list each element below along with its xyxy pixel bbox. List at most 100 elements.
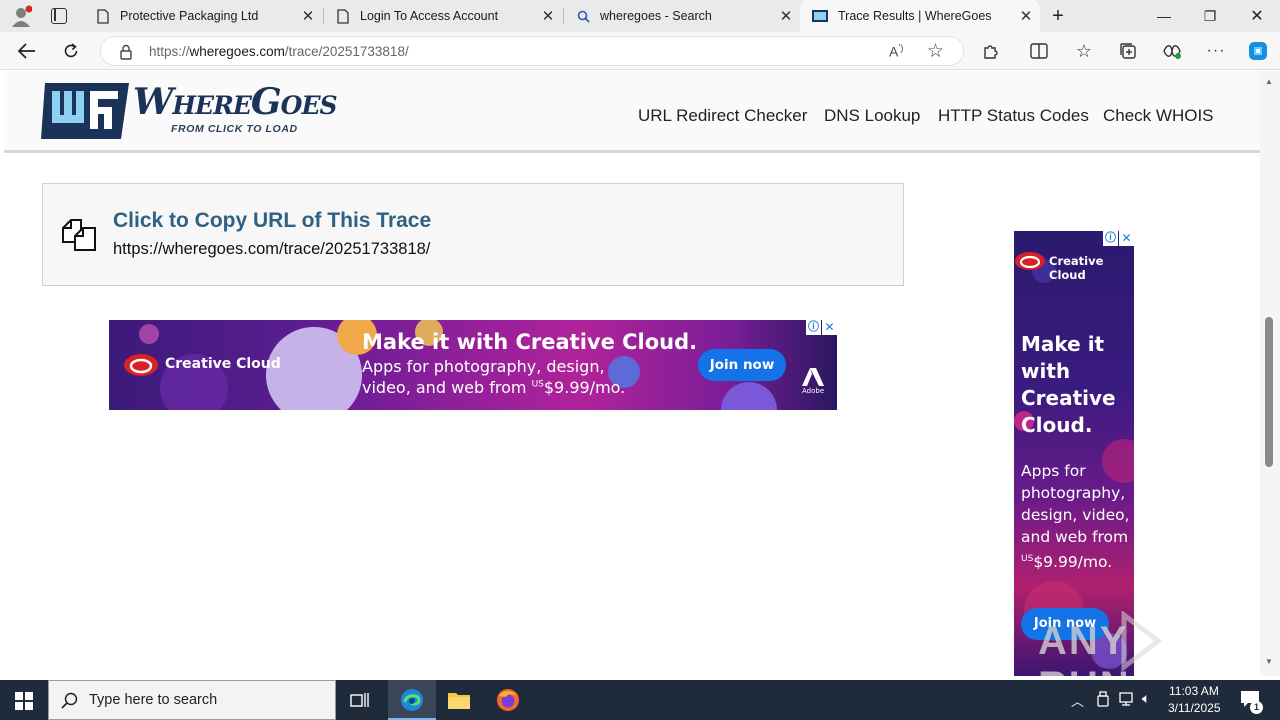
banner-body-line2: video, and web from US$9.99/mo. <box>362 378 625 397</box>
windows-start-icon[interactable] <box>15 692 33 715</box>
task-view-icon[interactable] <box>350 691 370 714</box>
sky-headline-line: Creative <box>1021 386 1116 410</box>
extensions-icon[interactable] <box>976 36 1006 66</box>
sky-price-prefix: US <box>1021 554 1034 564</box>
minimize-button[interactable]: — <box>1141 0 1187 32</box>
site-header: WhereGoes FROM CLICK TO LOAD URL Redirec… <box>4 71 1260 153</box>
search-icon <box>61 692 78 714</box>
close-icon[interactable]: ✕ <box>772 7 800 25</box>
wheregoes-logo-icon[interactable] <box>41 83 129 144</box>
url-domain: wheregoes.com <box>189 44 285 59</box>
copilot-icon[interactable] <box>1243 36 1273 66</box>
url-path: /trace/20251733818/ <box>284 44 409 59</box>
trace-url[interactable]: https://wheregoes.com/trace/20251733818/ <box>113 240 430 259</box>
read-aloud-icon[interactable]: Aʼ) <box>889 43 903 60</box>
taskbar-search-placeholder: Type here to search <box>89 692 218 708</box>
scroll-thumb[interactable] <box>1265 317 1273 467</box>
banner-join-now-button[interactable]: Join now <box>698 349 786 381</box>
url-prefix: https:// <box>149 44 190 59</box>
back-button[interactable] <box>12 36 42 66</box>
new-tab-button[interactable]: + <box>1042 0 1074 32</box>
taskbar-search-box[interactable]: Type here to search <box>48 680 336 720</box>
sky-body-line: and web from <box>1021 528 1129 546</box>
split-screen-icon[interactable] <box>1024 36 1054 66</box>
ad-info-icon[interactable]: ⓘ <box>806 320 821 335</box>
web-page: WhereGoes FROM CLICK TO LOAD URL Redirec… <box>4 71 1260 676</box>
windows-taskbar: Type here to search ︿ 🔈︎ 11:03 AM 3/11/2… <box>0 680 1280 720</box>
creative-cloud-logo-icon <box>123 353 159 382</box>
browser-toolbar: https://wheregoes.com/trace/20251733818/… <box>0 32 1280 70</box>
sky-body-line: Apps for <box>1021 462 1086 480</box>
tab-actions-icon[interactable] <box>51 8 67 24</box>
nav-check-whois[interactable]: Check WHOIS <box>1103 106 1214 126</box>
close-window-button[interactable]: ✕ <box>1234 0 1280 32</box>
browser-tab-bar: Protective Packaging Ltd ✕ Login To Acce… <box>0 0 1280 32</box>
notification-count-badge: 1 <box>1250 701 1263 714</box>
banner-headline: Make it with Creative Cloud. <box>362 330 698 354</box>
banner-body-line2-text: video, and web from <box>362 378 527 397</box>
banner-brand: Creative Cloud <box>165 356 281 372</box>
ad-close-icon[interactable]: ✕ <box>822 320 837 335</box>
watermark-text: ANY RUN <box>1038 619 1129 676</box>
network-icon[interactable] <box>1119 691 1135 710</box>
copy-trace-url-box[interactable]: Click to Copy URL of This Trace https://… <box>42 183 904 286</box>
tab-login[interactable]: Login To Access Account ✕ <box>324 0 562 32</box>
sky-body-line: design, video, <box>1021 506 1130 524</box>
usb-device-icon[interactable] <box>1096 691 1110 710</box>
logo-wordmark[interactable]: WhereGoes <box>133 81 338 123</box>
file-explorer-icon[interactable] <box>447 689 471 716</box>
nav-http-status-codes[interactable]: HTTP Status Codes <box>938 106 1089 126</box>
address-bar[interactable]: https://wheregoes.com/trace/20251733818/… <box>100 36 964 66</box>
close-icon[interactable]: ✕ <box>1012 7 1040 25</box>
search-icon <box>576 8 590 24</box>
browser-essentials-icon[interactable] <box>1157 36 1187 66</box>
sky-headline-line: with <box>1021 359 1071 383</box>
banner-price-prefix: US <box>531 379 544 390</box>
lock-icon[interactable] <box>119 44 133 65</box>
banner-ad[interactable]: Creative Cloud Make it with Creative Clo… <box>109 320 837 410</box>
banner-body-line1: Apps for photography, design, <box>362 357 605 376</box>
wheregoes-favicon <box>812 8 828 24</box>
page-icon <box>336 8 350 24</box>
tab-wheregoes-search[interactable]: wheregoes - Search ✕ <box>564 0 800 32</box>
tab-title: wheregoes - Search <box>600 9 712 23</box>
ad-close-icon[interactable]: ✕ <box>1119 231 1134 246</box>
page-scrollbar[interactable]: ▲ ▼ <box>1260 71 1280 676</box>
sky-body-line: photography, <box>1021 484 1126 502</box>
firefox-icon[interactable] <box>496 688 520 717</box>
banner-price: $9.99/mo. <box>543 378 626 397</box>
sky-headline-line: Make it <box>1021 332 1105 356</box>
ad-info-icon[interactable]: ⓘ <box>1103 231 1118 246</box>
tab-title: Login To Access Account <box>360 9 499 23</box>
sky-body: Apps for photography, design, video, and… <box>1021 460 1130 573</box>
creative-cloud-logo-icon <box>1014 251 1046 276</box>
volume-icon[interactable]: 🔈︎ <box>1142 690 1150 707</box>
close-icon[interactable]: ✕ <box>534 7 562 25</box>
nav-url-redirect-checker[interactable]: URL Redirect Checker <box>638 106 807 126</box>
skyscraper-ad[interactable]: ⓘ ✕ Creative Cloud Make it with Creative… <box>1014 231 1134 676</box>
favorite-star-icon[interactable]: ☆ <box>927 40 944 63</box>
adobe-label: Adobe <box>802 387 825 395</box>
copy-icon[interactable] <box>61 216 97 257</box>
show-hidden-icons[interactable]: ︿ <box>1071 691 1084 710</box>
page-icon <box>96 8 110 24</box>
refresh-button[interactable] <box>56 36 86 66</box>
copy-trace-title[interactable]: Click to Copy URL of This Trace <box>113 209 431 233</box>
collections-icon[interactable] <box>1113 36 1143 66</box>
more-options-icon[interactable]: ··· <box>1201 36 1231 66</box>
profile-avatar-icon[interactable] <box>10 5 33 27</box>
nav-dns-lookup[interactable]: DNS Lookup <box>824 106 920 126</box>
url-text: https://wheregoes.com/trace/20251733818/ <box>149 44 409 59</box>
tab-title: Protective Packaging Ltd <box>120 9 259 23</box>
clock-date[interactable]: 3/11/2025 <box>1168 701 1221 715</box>
restore-button[interactable]: ❐ <box>1187 0 1233 32</box>
tab-trace-results[interactable]: Trace Results | WhereGoes ✕ <box>800 0 1040 32</box>
sky-headline-line: Cloud. <box>1021 413 1093 437</box>
scroll-down-arrow-icon[interactable]: ▼ <box>1265 657 1273 666</box>
edge-taskbar-icon[interactable] <box>388 680 436 720</box>
scroll-up-arrow-icon[interactable]: ▲ <box>1265 77 1273 86</box>
favorites-icon[interactable]: ☆ <box>1069 36 1099 66</box>
tab-protective-packaging[interactable]: Protective Packaging Ltd ✕ <box>84 0 322 32</box>
clock-time[interactable]: 11:03 AM <box>1169 684 1219 698</box>
close-icon[interactable]: ✕ <box>294 7 322 25</box>
